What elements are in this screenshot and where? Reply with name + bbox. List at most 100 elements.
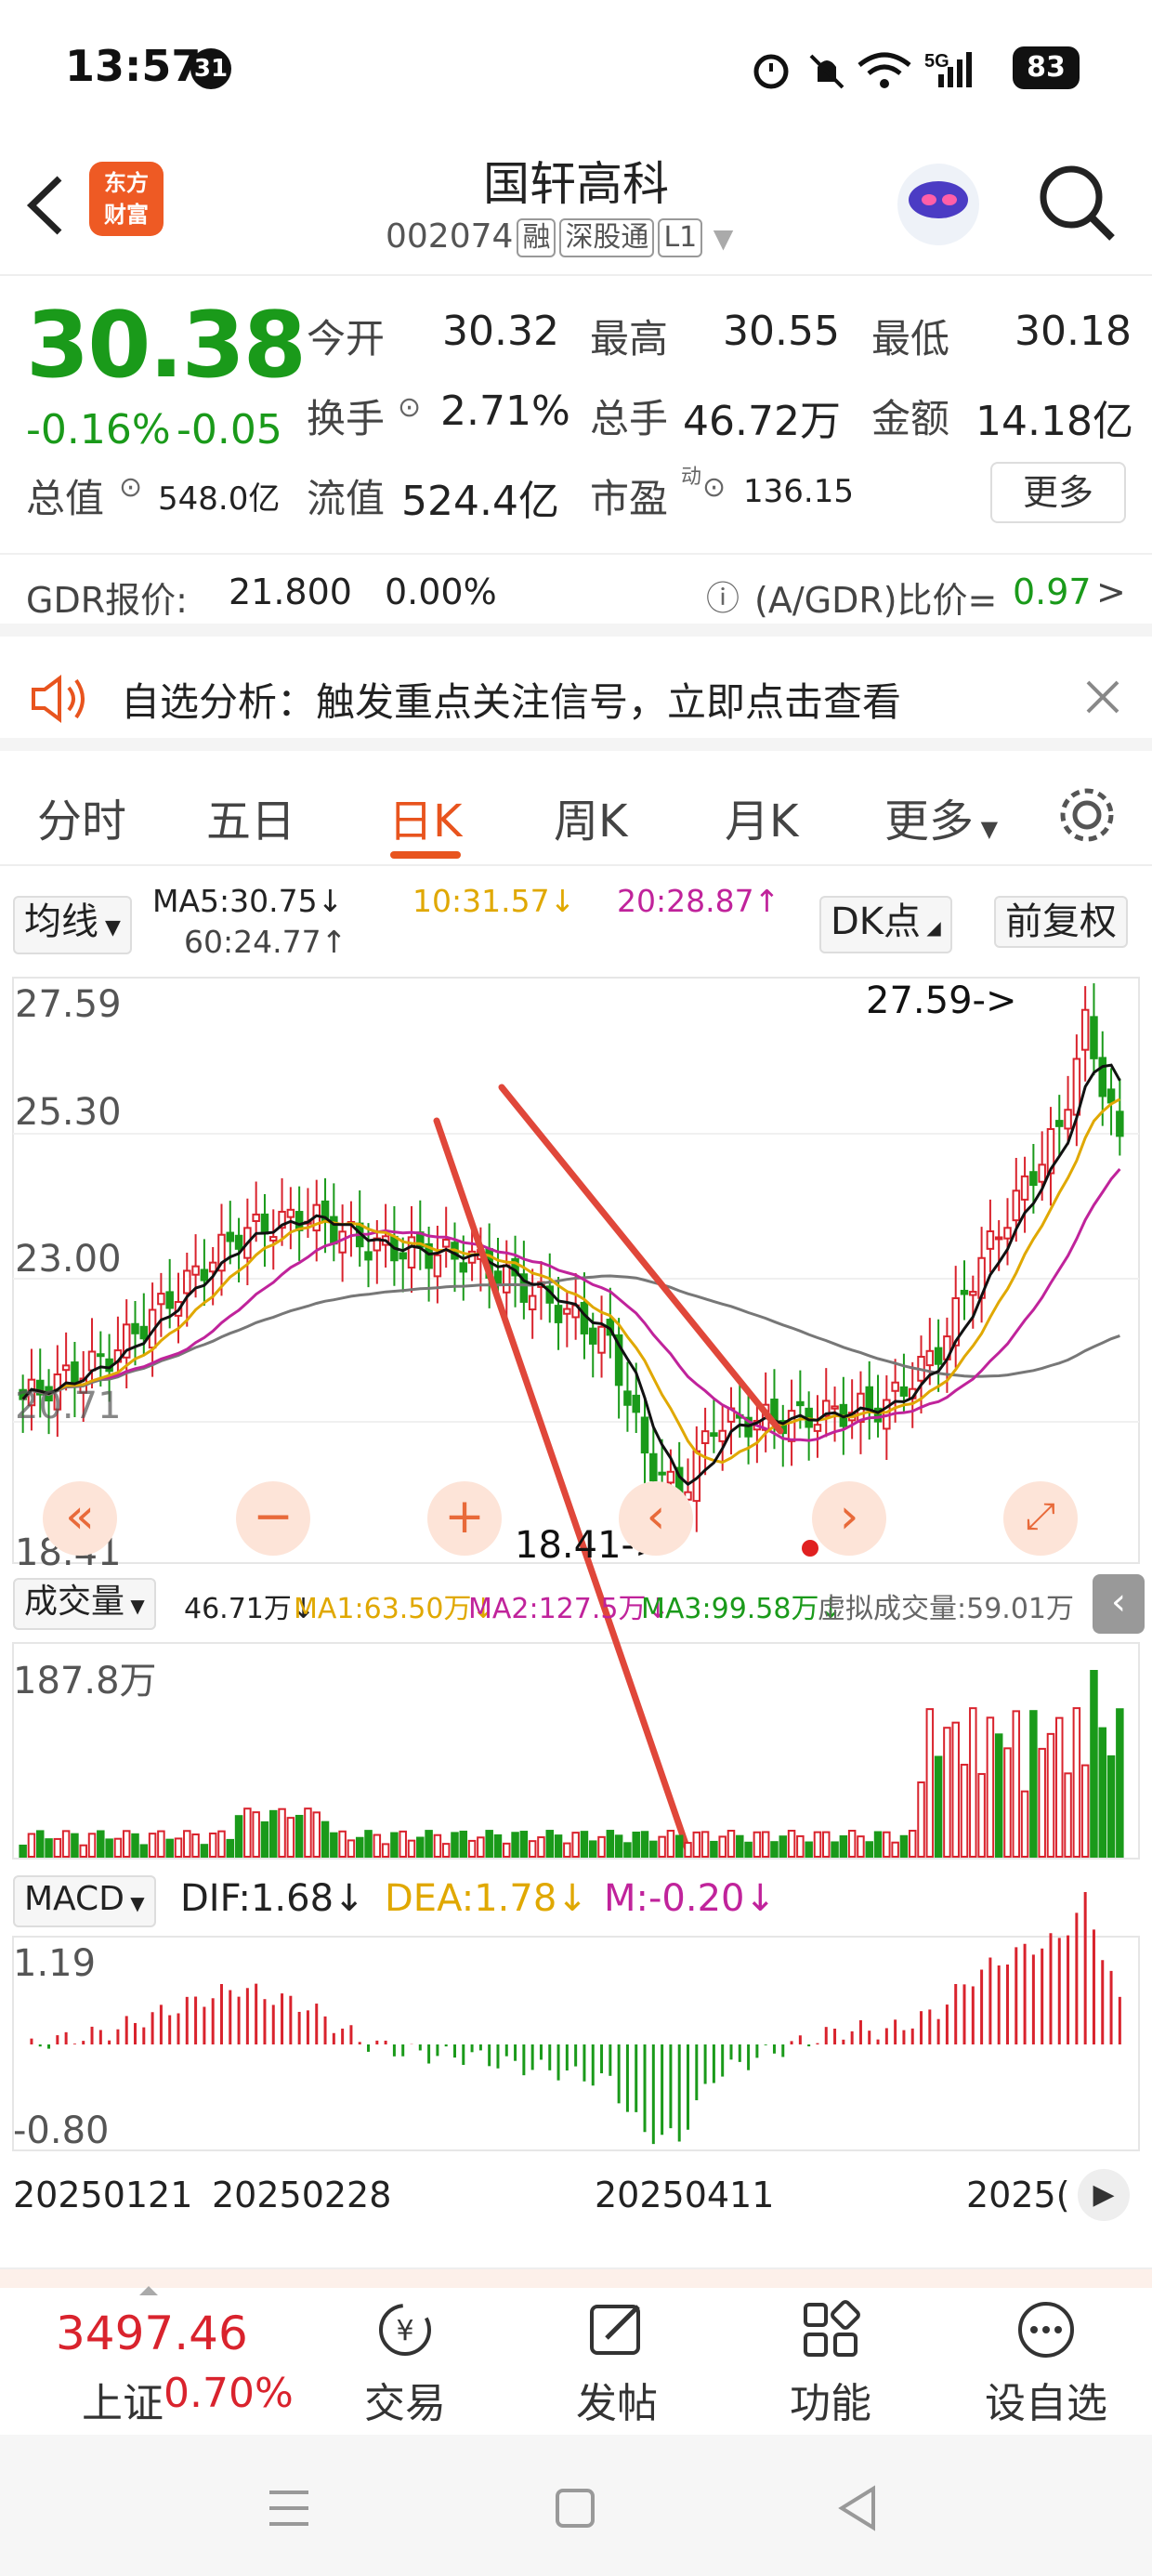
trendline [498, 1084, 784, 1435]
status-icons: 5G [753, 51, 972, 89]
candle [260, 1213, 269, 1235]
candle [925, 1349, 935, 1367]
info-icon[interactable]: ⊙ [702, 471, 726, 504]
add-watchlist-button[interactable]: 设自选 [972, 2297, 1120, 2429]
candle [131, 1322, 139, 1334]
volume-bar [485, 1830, 493, 1858]
dk-point-select[interactable]: DK点 ◢ [819, 896, 952, 953]
tab-daily-k[interactable]: 日K [388, 784, 462, 849]
volume-bar [71, 1833, 79, 1858]
volume-bar [545, 1830, 555, 1858]
candle [252, 1213, 260, 1222]
svg-text:¥: ¥ [396, 2315, 413, 2347]
tab-more[interactable]: 更多 ▼ [884, 784, 998, 849]
candle [493, 1270, 503, 1284]
volume-bar [554, 1834, 563, 1858]
volume-bar [139, 1844, 149, 1859]
macd-m: M:-0.20↓ [604, 1877, 776, 1920]
volume-bar [736, 1834, 744, 1859]
volume-bar [467, 1839, 477, 1859]
high-label: 最高 [590, 316, 669, 361]
volume-bar [770, 1841, 779, 1858]
volume-bar [700, 1831, 710, 1859]
close-icon[interactable] [1082, 677, 1123, 717]
ma-type-select[interactable]: 均线 ▼ [13, 896, 132, 954]
tab-monthly-k[interactable]: 月K [725, 784, 798, 849]
info-icon[interactable]: ⊙ [119, 471, 142, 504]
menu-icon[interactable] [266, 2487, 312, 2530]
max-price-annotation: 27.59-> [866, 979, 1017, 1022]
candle [787, 1410, 796, 1442]
step-right-button[interactable]: › [812, 1481, 886, 1556]
vol-ma3: MA3:99.58万↓ [641, 1593, 843, 1625]
volume-bar [165, 1838, 174, 1859]
tab-intraday[interactable]: 分时 [37, 784, 126, 849]
tab-five-day[interactable]: 五日 [206, 784, 295, 849]
volume-bar [97, 1830, 105, 1858]
volume-bar [131, 1833, 139, 1859]
adjust-select[interactable]: 前复权 [994, 896, 1128, 948]
macd-type-select[interactable]: MACD ▼ [13, 1875, 156, 1927]
pe-label: 市盈 [590, 476, 669, 521]
volume-bar [994, 1733, 1003, 1859]
candle [364, 1251, 373, 1261]
gdr-row[interactable]: GDR报价: 21.800 0.00% ⓘ (A/GDR)比价= 0.97 > [0, 553, 1152, 637]
volume-bar [1055, 1716, 1064, 1859]
status-bar: 13:57 31 5G 83 [0, 0, 1152, 139]
volume-bar [286, 1817, 295, 1858]
volume-bar [208, 1832, 217, 1858]
back-nav-icon[interactable] [836, 2485, 879, 2531]
volume-bar [1012, 1710, 1021, 1858]
volume-bar [234, 1815, 243, 1858]
candle [1055, 1120, 1064, 1127]
info-icon[interactable]: ⊙ [398, 391, 421, 424]
volume-bar [951, 1721, 960, 1859]
volume-bar [925, 1708, 935, 1858]
candle [208, 1261, 217, 1273]
zoom-in-button[interactable]: + [427, 1481, 502, 1556]
robot-assistant-icon[interactable] [892, 158, 985, 251]
index-value[interactable]: 3497.46 [56, 2307, 248, 2360]
kline-chart[interactable]: 27.59 25.30 23.00 20.71 18.41 27.59-> 18… [0, 966, 1152, 2249]
alert-banner[interactable]: 自选分析：触发重点关注信号，立即点击查看 [0, 649, 1152, 751]
gdr-ratio: 0.97 [1013, 572, 1092, 612]
help-icon[interactable]: ⓘ [706, 572, 740, 620]
volume-bar [891, 1841, 899, 1858]
volume-bar [278, 1807, 286, 1859]
volume-bar [390, 1832, 399, 1859]
post-button[interactable]: 发帖 [543, 2297, 691, 2429]
volume-bar [338, 1830, 347, 1859]
candle [200, 1268, 209, 1281]
index-name: 上证 [82, 2380, 164, 2427]
candle [813, 1424, 822, 1432]
zoom-out-button[interactable]: − [236, 1481, 310, 1556]
volume-bar [1072, 1707, 1081, 1859]
chevron-down-icon: ▼ [713, 223, 734, 254]
scroll-left-button[interactable]: « [43, 1481, 117, 1556]
scroll-end-button[interactable]: ▶ [1078, 2169, 1130, 2221]
more-button[interactable]: 更多 [990, 462, 1126, 523]
candle [87, 1350, 97, 1372]
functions-button[interactable]: 功能 [756, 2297, 905, 2429]
gear-icon[interactable] [1054, 782, 1119, 848]
volume-bar [381, 1843, 390, 1859]
collapse-panel-button[interactable]: ‹ [1093, 1574, 1145, 1634]
home-icon[interactable] [554, 2487, 596, 2530]
stock-code-row[interactable]: 002074 融深股通 L1 ▼ [386, 217, 733, 257]
volume-bar [477, 1836, 485, 1859]
volume-bar [718, 1835, 727, 1858]
volume-bar [684, 1842, 692, 1858]
search-icon[interactable] [1036, 162, 1119, 245]
volume-bar [796, 1834, 805, 1859]
volume-type-select[interactable]: 成交量 ▼ [13, 1578, 156, 1630]
fullscreen-button[interactable]: ⤢ [1003, 1481, 1078, 1556]
price-axis-mid1: 25.30 [15, 1091, 122, 1134]
date-label: 20250228 [212, 2175, 392, 2215]
tab-weekly-k[interactable]: 周K [554, 784, 627, 849]
notification-count-badge: 31 [190, 48, 231, 89]
volume-bar [847, 1830, 857, 1858]
candle [399, 1252, 407, 1260]
step-left-button[interactable]: ‹ [619, 1481, 693, 1556]
trade-button[interactable]: ¥ 交易 [331, 2297, 479, 2429]
volume-bar [35, 1830, 45, 1859]
